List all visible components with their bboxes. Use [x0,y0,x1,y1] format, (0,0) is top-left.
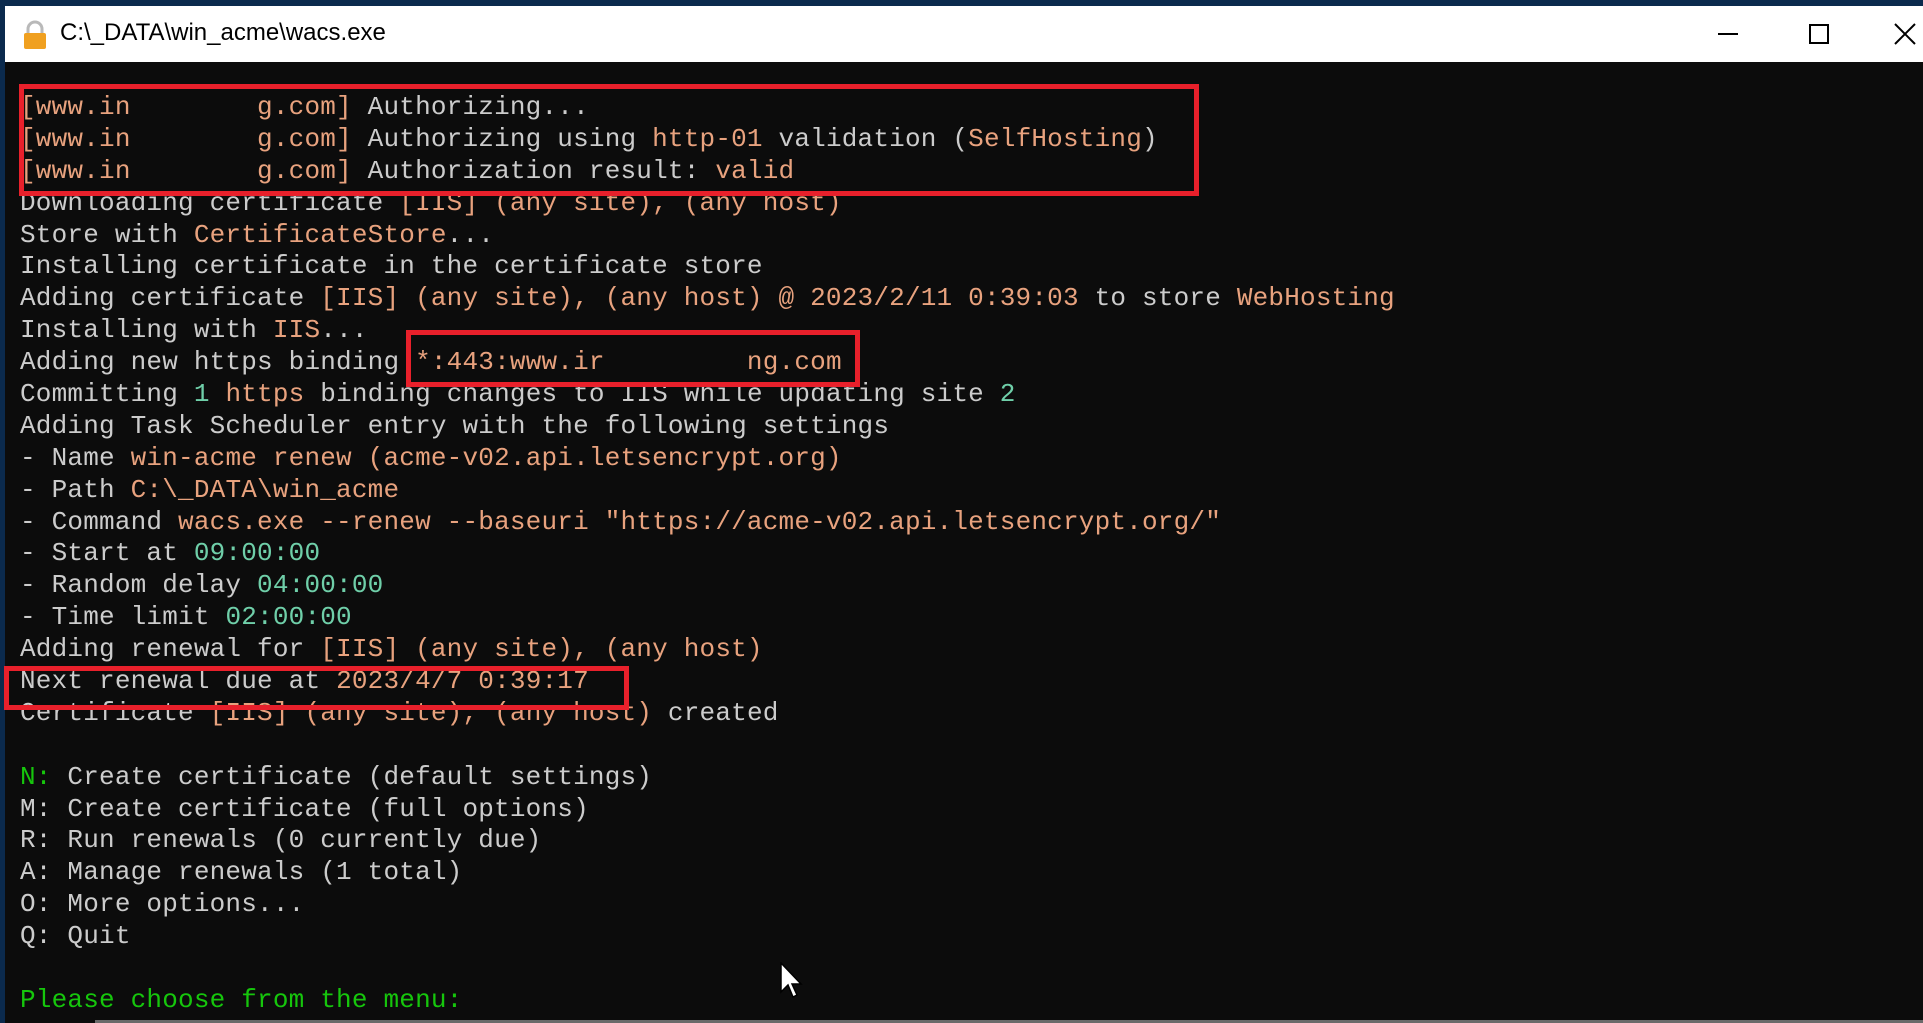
maximize-button[interactable] [1784,6,1854,62]
console-text-segment: ... [446,219,495,250]
close-icon [1894,23,1916,45]
console-line: Adding renewal for [IIS] (any site), (an… [20,634,1395,666]
console-text-segment: - Name [20,442,131,473]
console-text-segment: Create certificate (default settings) [51,761,653,792]
annotation-box-authorization [19,84,1199,196]
console-text-segment: Committing [20,379,194,410]
console-text-segment: Q: Quit [20,921,131,952]
console-text-segment: 09:00:00 [193,538,321,569]
console-text-segment: https [225,379,305,410]
maximize-icon [1809,24,1829,44]
console-text-segment: Adding new https binding [20,347,416,378]
console-lines: [www.in g.com] Authorizing... [www.in g.c… [20,92,1395,1017]
console-line: - Name win-acme renew (acme-v02.api.lets… [20,443,1395,475]
console-text-segment: Please choose from the menu: [20,984,463,1015]
console-text-segment: Adding renewal for [20,634,321,665]
console-text-segment: C:\_DATA\win_acme [130,474,400,505]
console-line: Adding Task Scheduler entry with the fol… [20,411,1395,443]
console-line: N: Create certificate (default settings) [20,762,1395,794]
console-text-segment: - Command [20,506,179,537]
console-text-segment: R: Run renewals (0 currently due) [20,825,542,856]
console-text-segment: 1 [193,379,210,410]
console-line: A: Manage renewals (1 total) [20,857,1395,889]
console-text-segment: Adding Task Scheduler entry with the fol… [20,410,890,441]
console-text-segment: 2 [999,379,1016,410]
console-line: Installing certificate in the certificat… [20,251,1395,283]
console-line: Please choose from the menu: [20,985,1395,1017]
annotation-box-https-binding [406,330,860,387]
console-text-segment: A: Manage renewals (1 total) [20,857,463,888]
console-line: R: Run renewals (0 currently due) [20,825,1395,857]
console-text-segment: Installing certificate in the certificat… [20,251,763,282]
mouse-cursor-icon [780,962,803,999]
console-line: M: Create certificate (full options) [20,794,1395,826]
console-line: Q: Quit [20,921,1395,953]
console-text-segment: Installing with [20,315,273,346]
console-text-segment: win-acme renew (acme-v02.api.letsencrypt… [130,442,842,473]
console-text-segment: IIS [272,315,321,346]
lock-icon [24,20,46,49]
close-button[interactable] [1870,6,1923,62]
console-line: Store with CertificateStore... [20,220,1395,252]
console-line: - Time limit 02:00:00 [20,602,1395,634]
window-title: C:\_DATA\win_acme\wacs.exe [60,19,386,46]
console-line: Adding certificate [IIS] (any site), (an… [20,283,1395,315]
console-text-segment: - Path [20,474,131,505]
console-text-segment: Store with [20,219,194,250]
minimize-button[interactable] [1693,6,1763,62]
console-line: - Start at 09:00:00 [20,538,1395,570]
console-text-segment: - Random delay [20,570,258,601]
console-text-segment [210,379,226,409]
console-line: - Random delay 04:00:00 [20,570,1395,602]
console-text-segment: [IIS] (any site), (any host) @ 2023/2/11… [320,283,1079,314]
console-text-segment: wacs.exe --renew --baseuri "https://acme… [178,506,1221,537]
console-line: - Command wacs.exe --renew --baseuri "ht… [20,507,1395,539]
console-text-segment: 04:00:00 [257,570,384,601]
console-line: - Path C:\_DATA\win_acme [20,475,1395,507]
console-text-segment: WebHosting [1236,283,1395,314]
console-text-segment: to store [1078,283,1237,314]
console-text-segment: - Time limit [20,602,226,633]
window-titlebar[interactable]: C:\_DATA\win_acme\wacs.exe [5,6,1923,62]
console-text-segment: N: [20,761,52,792]
console-line: O: More options... [20,889,1395,921]
console-text-segment: M: Create certificate (full options) [20,793,589,824]
console-text-segment: created [652,697,779,728]
console-text-segment: - Start at [20,538,194,569]
console-output[interactable]: [www.in g.com] Authorizing... [www.in g.c… [5,62,1923,1023]
console-text-segment: Adding certificate [20,283,321,314]
console-text-segment: CertificateStore [193,219,447,250]
console-text-segment: 02:00:00 [225,602,352,633]
console-text-segment: [IIS] (any site), (any host) [320,634,763,665]
minimize-icon [1718,33,1738,35]
console-text-segment: O: More options... [20,889,305,920]
annotation-box-next-renewal [4,666,629,710]
console-text-segment: ... [320,315,368,346]
